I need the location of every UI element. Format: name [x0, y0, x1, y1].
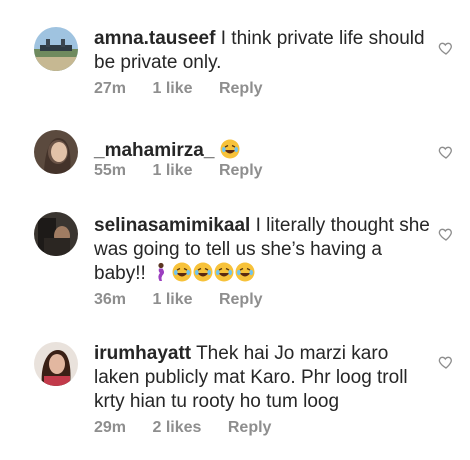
laughing-face-icon [193, 262, 213, 282]
avatar-image [34, 212, 78, 256]
heart-outline-icon[interactable] [438, 144, 454, 160]
comment-meta: 27m 1 like Reply [94, 80, 263, 98]
reply-button[interactable]: Reply [219, 80, 263, 97]
avatar-image [34, 130, 78, 174]
comment-username[interactable]: irumhayatt [94, 343, 191, 364]
heart-outline-icon[interactable] [438, 226, 454, 242]
comment-timestamp[interactable]: 27m [94, 80, 126, 97]
reply-button[interactable]: Reply [228, 419, 272, 436]
comment-meta: 36m 1 like Reply [94, 291, 263, 309]
comment-text: irumhayatt Thek hai Jo marzi karo laken … [94, 342, 430, 414]
comment-username[interactable]: selinasamimikaal [94, 215, 250, 236]
heart-outline-icon[interactable] [438, 40, 454, 56]
comment-timestamp[interactable]: 29m [94, 419, 126, 436]
comment-meta: 29m 2 likes Reply [94, 419, 271, 437]
avatar[interactable] [34, 130, 78, 174]
comment-username[interactable]: amna.tauseef [94, 28, 215, 49]
comment-meta: 55m 1 like Reply [94, 162, 263, 180]
laughing-face-icon [235, 262, 255, 282]
comment-text: _mahamirza_ [94, 139, 430, 163]
laughing-face-icon [172, 262, 192, 282]
comment-like-count[interactable]: 1 like [152, 291, 192, 308]
laughing-face-icon [220, 139, 240, 159]
pregnant-woman-icon [151, 262, 171, 282]
comment-timestamp[interactable]: 55m [94, 162, 126, 179]
avatar[interactable] [34, 212, 78, 256]
reply-button[interactable]: Reply [219, 162, 263, 179]
heart-outline-icon[interactable] [438, 354, 454, 370]
comment-like-count[interactable]: 2 likes [152, 419, 201, 436]
comment-text: selinasamimikaal I literally thought she… [94, 214, 430, 286]
avatar[interactable] [34, 342, 78, 386]
reply-button[interactable]: Reply [219, 291, 263, 308]
avatar-image [34, 27, 78, 71]
laughing-face-icon [214, 262, 234, 282]
comment-username[interactable]: _mahamirza_ [94, 140, 214, 161]
comment-like-count[interactable]: 1 like [152, 162, 192, 179]
avatar-image [34, 342, 78, 386]
comment-timestamp[interactable]: 36m [94, 291, 126, 308]
comment-text: amna.tauseef I think private life should… [94, 27, 430, 75]
comment-like-count[interactable]: 1 like [152, 80, 192, 97]
avatar[interactable] [34, 27, 78, 71]
